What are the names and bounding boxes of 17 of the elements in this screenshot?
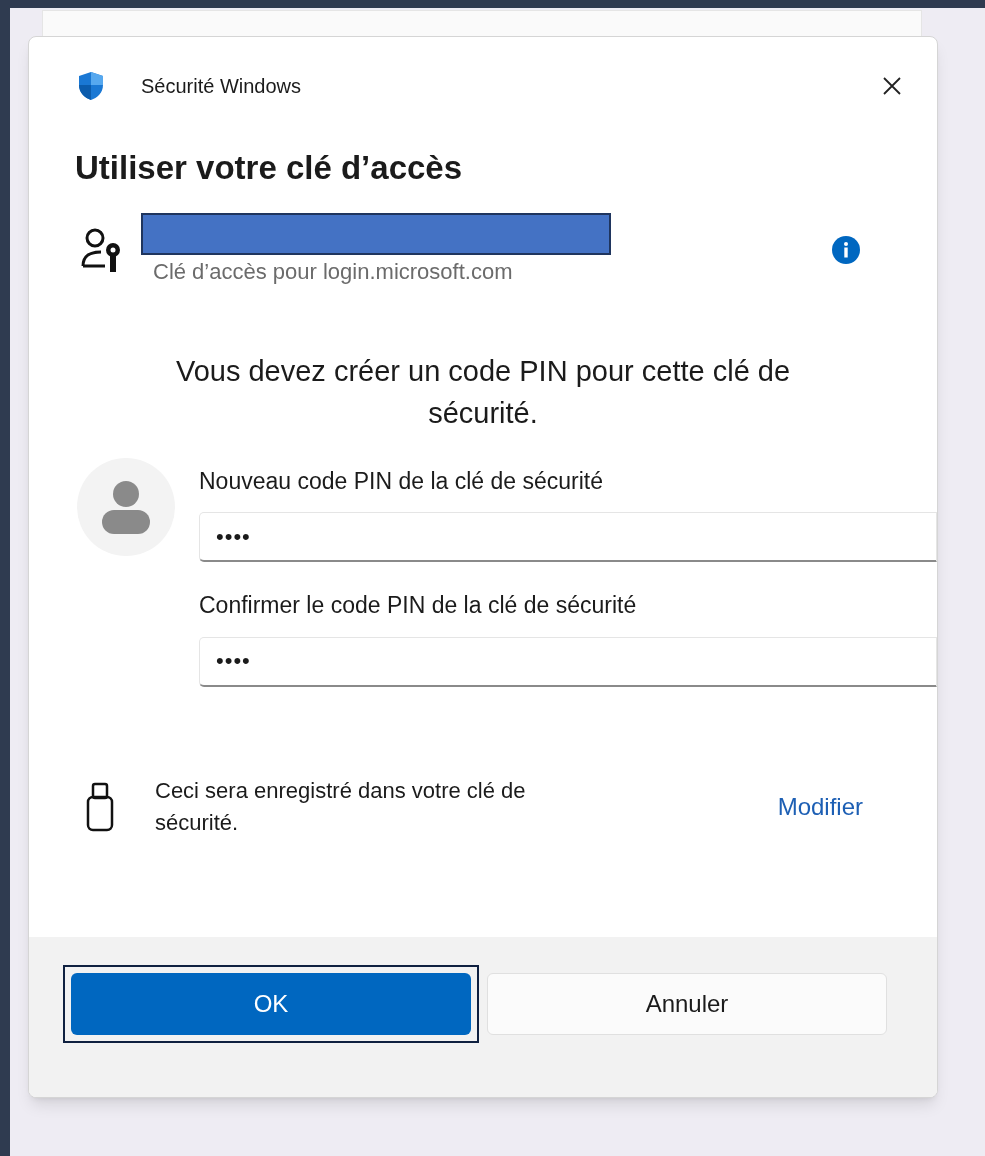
pin-field[interactable]: •••• xyxy=(199,512,937,562)
storage-note: Ceci sera enregistré dans votre clé de sécurité. xyxy=(155,776,527,837)
info-icon xyxy=(831,235,861,265)
pin-field[interactable]: •••• xyxy=(199,636,937,687)
shield-icon xyxy=(77,71,105,101)
account-subtitle: Clé d’accès pour login.microsoft.com xyxy=(153,257,514,286)
ok-button[interactable]: OK xyxy=(71,973,471,1035)
dialog-heading: Utiliser votre clé d’accès xyxy=(74,148,464,188)
close-icon xyxy=(882,76,902,96)
usb-key-icon xyxy=(85,781,115,832)
app-name: Sécurité Windows xyxy=(141,74,302,99)
field-label: Confirmer le code PIN de la clé de sécurité xyxy=(199,591,638,620)
modify-link[interactable]: Modifier xyxy=(777,788,863,825)
instruction-text: Vous devez créer un code PIN pour cette clé de sécurité. xyxy=(174,353,792,431)
field-label: Nouveau code PIN de la clé de sécurité xyxy=(199,466,605,496)
cancel-button[interactable]: Annuler xyxy=(487,973,887,1035)
avatar-icon xyxy=(77,457,175,556)
